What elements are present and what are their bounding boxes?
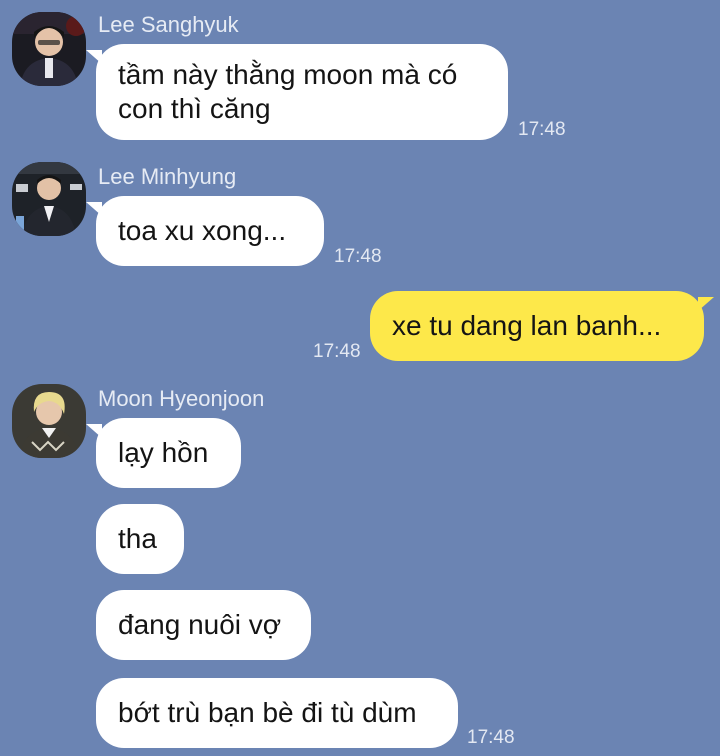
outgoing-message-bubble[interactable]: xe tu dang lan banh... — [370, 291, 714, 361]
message-text: toa xu xong... — [118, 215, 287, 246]
message-text: tha — [118, 523, 157, 554]
message-timestamp: 17:48 — [334, 246, 382, 267]
bubble-tail — [86, 424, 102, 438]
sender-name: Lee Sanghyuk — [98, 12, 239, 37]
profile-photo-icon — [12, 12, 86, 86]
message-bubble[interactable]: bớt trù bạn bè đi tù dùm — [96, 678, 458, 748]
bubble-tail — [698, 297, 714, 311]
message-bubble[interactable]: tha — [96, 504, 184, 574]
message-text: bớt trù bạn bè đi tù dùm — [118, 697, 417, 728]
message-timestamp: 17:48 — [467, 727, 515, 748]
avatar-lee-minhyung[interactable] — [12, 162, 86, 236]
message-timestamp: 17:48 — [313, 341, 361, 362]
message-text: đang nuôi vợ — [118, 609, 282, 640]
message-timestamp: 17:48 — [518, 119, 566, 140]
avatar-moon-hyeonjoon[interactable] — [12, 384, 86, 458]
message-bubble[interactable]: đang nuôi vợ — [96, 590, 311, 660]
bubble-tail — [86, 50, 102, 64]
message-text: tầm này thằng moon mà có con thì căng — [118, 59, 458, 124]
sender-name: Moon Hyeonjoon — [98, 386, 265, 411]
sender-name: Lee Minhyung — [98, 164, 237, 189]
bubble-tail — [86, 202, 102, 216]
profile-photo-icon — [12, 384, 86, 458]
message-bubble[interactable]: toa xu xong... — [86, 196, 324, 266]
avatar-lee-sanghyuk[interactable] — [12, 12, 86, 86]
profile-photo-icon — [12, 162, 86, 236]
message-text: xe tu dang lan banh... — [392, 310, 662, 341]
message-bubble[interactable]: lạy hồn — [86, 418, 241, 488]
message-text: lạy hồn — [118, 437, 209, 468]
message-bubble[interactable]: tầm này thằng moon mà có con thì căng — [86, 44, 508, 140]
